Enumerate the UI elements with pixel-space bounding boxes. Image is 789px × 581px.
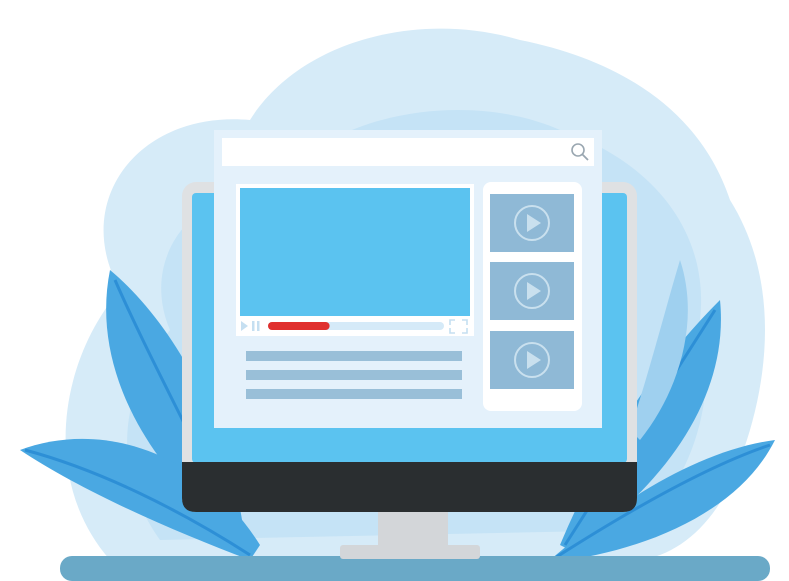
progress-played — [268, 322, 330, 330]
illustration-stage — [0, 0, 789, 581]
video-website-illustration — [20, 28, 775, 581]
description-line — [246, 370, 462, 380]
desk — [60, 556, 770, 581]
video-thumbnail[interactable] — [490, 262, 574, 320]
browser-window — [214, 130, 602, 428]
monitor-chin — [182, 462, 637, 512]
description-lines — [246, 351, 462, 399]
description-line — [246, 351, 462, 361]
video-thumbnail[interactable] — [490, 331, 574, 389]
thumbnail-list — [490, 194, 574, 389]
video-area[interactable] — [240, 188, 470, 316]
video-thumbnail[interactable] — [490, 194, 574, 252]
description-line — [246, 389, 462, 399]
search-bar[interactable] — [222, 138, 594, 166]
stand-base — [340, 545, 480, 559]
